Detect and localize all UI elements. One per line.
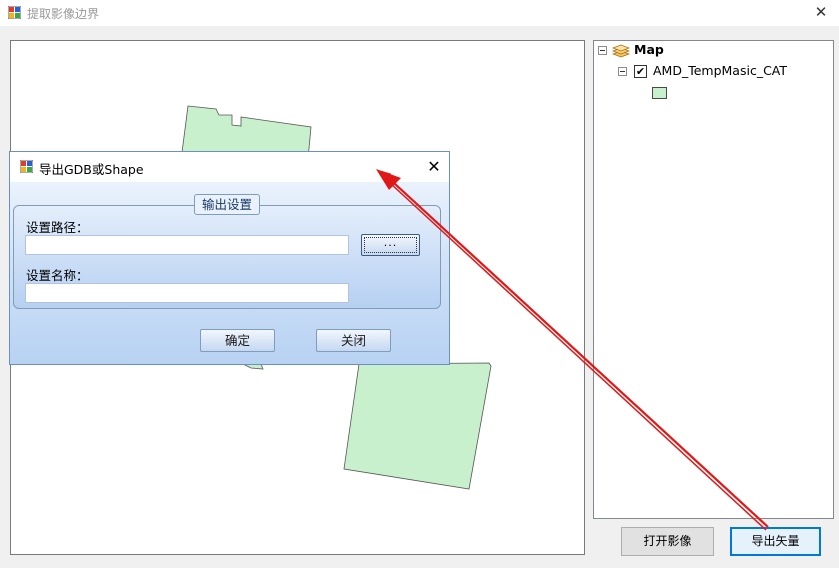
map-polygon-bottom: [343, 362, 492, 490]
layer-symbol-swatch: [652, 87, 667, 99]
export-vector-button[interactable]: 导出矢量: [730, 527, 821, 556]
window-title: 提取影像边界: [27, 7, 100, 21]
map-collapse-toggle[interactable]: [598, 46, 607, 55]
app-icon: [8, 6, 21, 19]
layers-icon: [612, 44, 630, 58]
group-title: 输出设置: [194, 194, 260, 215]
toc-layer-label[interactable]: AMD_TempMasic_CAT: [653, 63, 787, 78]
dialog-close-icon[interactable]: ✕: [422, 155, 446, 179]
close-button[interactable]: 关闭: [316, 329, 391, 352]
dialog-body: 输出设置 设置路径： ... 设置名称： 确定 关闭: [10, 182, 449, 364]
table-of-contents[interactable]: Map ✔ AMD_TempMasic_CAT: [593, 40, 834, 519]
name-label: 设置名称：: [26, 268, 89, 283]
browse-button[interactable]: ...: [361, 234, 420, 256]
open-image-button[interactable]: 打开影像: [621, 527, 714, 556]
path-label: 设置路径：: [26, 220, 89, 235]
confirm-button[interactable]: 确定: [200, 329, 275, 352]
name-input[interactable]: [25, 283, 349, 303]
main-title-bar: 提取影像边界 ✕: [0, 0, 839, 26]
path-input[interactable]: [25, 235, 349, 255]
dialog-title-bar[interactable]: 导出GDB或Shape ✕: [10, 152, 449, 182]
dialog-app-icon: [20, 160, 33, 173]
export-dialog: 导出GDB或Shape ✕ 输出设置 设置路径： ... 设置名称： 确定 关闭: [9, 151, 450, 365]
layer-visibility-checkbox[interactable]: ✔: [634, 65, 647, 78]
toc-map-label[interactable]: Map: [634, 42, 664, 57]
dialog-title: 导出GDB或Shape: [39, 162, 144, 177]
layer-collapse-toggle[interactable]: [618, 67, 627, 76]
window-close-button[interactable]: ✕: [806, 1, 836, 23]
